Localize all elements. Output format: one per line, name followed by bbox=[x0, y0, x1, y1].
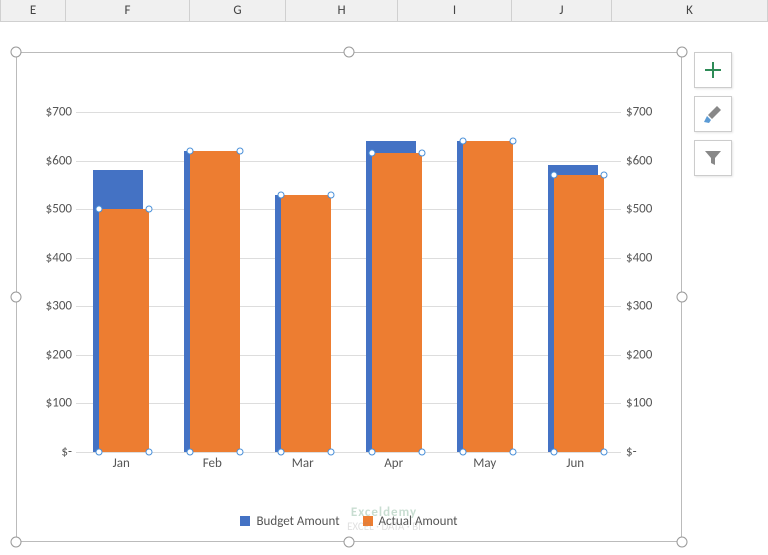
resize-handle-tc[interactable] bbox=[344, 47, 355, 58]
resize-handle-bc[interactable] bbox=[344, 537, 355, 548]
y-tick: $600 bbox=[626, 153, 670, 168]
y-axis-secondary[interactable]: $700 $600 $500 $400 $300 $200 $100 $- bbox=[626, 112, 670, 452]
selection-handle[interactable] bbox=[459, 449, 466, 456]
col-header-e[interactable]: E bbox=[0, 0, 66, 21]
watermark: Exceldemy EXCEL · DATA · BI bbox=[347, 505, 421, 533]
x-tick: Jun bbox=[566, 456, 584, 471]
col-header-f[interactable]: F bbox=[66, 0, 190, 21]
chart-elements-button[interactable] bbox=[694, 52, 732, 88]
x-tick: Mar bbox=[292, 456, 314, 471]
y-tick: $500 bbox=[28, 202, 72, 217]
chart-styles-button[interactable] bbox=[694, 96, 732, 132]
bar-actual[interactable] bbox=[190, 151, 240, 452]
legend-swatch bbox=[240, 516, 250, 526]
bar-actual[interactable] bbox=[372, 153, 422, 452]
y-tick: $500 bbox=[626, 202, 670, 217]
selection-handle[interactable] bbox=[278, 449, 285, 456]
brush-icon bbox=[703, 104, 723, 124]
resize-handle-tl[interactable] bbox=[11, 47, 22, 58]
selection-handle[interactable] bbox=[600, 172, 607, 179]
selection-handle[interactable] bbox=[278, 191, 285, 198]
legend-label: Budget Amount bbox=[256, 514, 339, 529]
column-headers: E F G H I J K bbox=[0, 0, 768, 22]
resize-handle-br[interactable] bbox=[677, 537, 688, 548]
bar-actual[interactable] bbox=[463, 141, 513, 452]
selection-handle[interactable] bbox=[600, 449, 607, 456]
resize-handle-bl[interactable] bbox=[11, 537, 22, 548]
selection-handle[interactable] bbox=[187, 147, 194, 154]
y-tick: $400 bbox=[626, 250, 670, 265]
y-tick: $700 bbox=[626, 105, 670, 120]
y-tick: $300 bbox=[28, 299, 72, 314]
bars-container bbox=[76, 112, 621, 452]
selection-handle[interactable] bbox=[146, 206, 153, 213]
resize-handle-tr[interactable] bbox=[677, 47, 688, 58]
selection-handle[interactable] bbox=[146, 449, 153, 456]
plot-area[interactable] bbox=[76, 112, 621, 452]
y-tick: $- bbox=[28, 445, 72, 460]
col-header-h[interactable]: H bbox=[286, 0, 398, 21]
chart-object[interactable]: Chart Title $700 $600 $500 $400 $300 $20… bbox=[16, 52, 682, 542]
x-tick: Feb bbox=[203, 456, 222, 471]
selection-handle[interactable] bbox=[550, 172, 557, 179]
chart-side-buttons bbox=[694, 52, 734, 184]
x-tick: Apr bbox=[384, 456, 403, 471]
col-header-k[interactable]: K bbox=[612, 0, 768, 21]
selection-handle[interactable] bbox=[368, 150, 375, 157]
selection-handle[interactable] bbox=[550, 449, 557, 456]
x-tick: Jan bbox=[113, 456, 130, 471]
selection-handle[interactable] bbox=[237, 147, 244, 154]
selection-handle[interactable] bbox=[187, 449, 194, 456]
bar-actual[interactable] bbox=[554, 175, 604, 452]
y-tick: $300 bbox=[626, 299, 670, 314]
selection-handle[interactable] bbox=[418, 150, 425, 157]
y-tick: $400 bbox=[28, 250, 72, 265]
col-header-i[interactable]: I bbox=[398, 0, 512, 21]
resize-handle-mr[interactable] bbox=[677, 292, 688, 303]
y-tick: $100 bbox=[28, 396, 72, 411]
legend-item-budget[interactable]: Budget Amount bbox=[240, 514, 339, 529]
bar-actual[interactable] bbox=[281, 195, 331, 452]
gridline bbox=[76, 452, 621, 453]
selection-handle[interactable] bbox=[96, 449, 103, 456]
col-header-j[interactable]: J bbox=[512, 0, 612, 21]
y-axis-primary[interactable]: $700 $600 $500 $400 $300 $200 $100 $- bbox=[28, 112, 72, 452]
y-tick: $200 bbox=[28, 347, 72, 362]
selection-handle[interactable] bbox=[328, 449, 335, 456]
col-header-g[interactable]: G bbox=[190, 0, 286, 21]
y-tick: $600 bbox=[28, 153, 72, 168]
resize-handle-ml[interactable] bbox=[11, 292, 22, 303]
x-axis[interactable]: Jan Feb Mar Apr May Jun bbox=[76, 456, 621, 476]
selection-handle[interactable] bbox=[459, 138, 466, 145]
y-tick: $- bbox=[626, 445, 670, 460]
x-tick: May bbox=[473, 456, 496, 471]
y-tick: $100 bbox=[626, 396, 670, 411]
bar-actual[interactable] bbox=[99, 209, 149, 452]
selection-handle[interactable] bbox=[509, 449, 516, 456]
selection-handle[interactable] bbox=[96, 206, 103, 213]
selection-handle[interactable] bbox=[509, 138, 516, 145]
y-tick: $200 bbox=[626, 347, 670, 362]
plus-icon bbox=[704, 61, 722, 79]
selection-handle[interactable] bbox=[368, 449, 375, 456]
selection-handle[interactable] bbox=[418, 449, 425, 456]
selection-handle[interactable] bbox=[328, 191, 335, 198]
selection-handle[interactable] bbox=[237, 449, 244, 456]
y-tick: $700 bbox=[28, 105, 72, 120]
chart-filters-button[interactable] bbox=[694, 140, 732, 176]
funnel-icon bbox=[704, 149, 722, 167]
